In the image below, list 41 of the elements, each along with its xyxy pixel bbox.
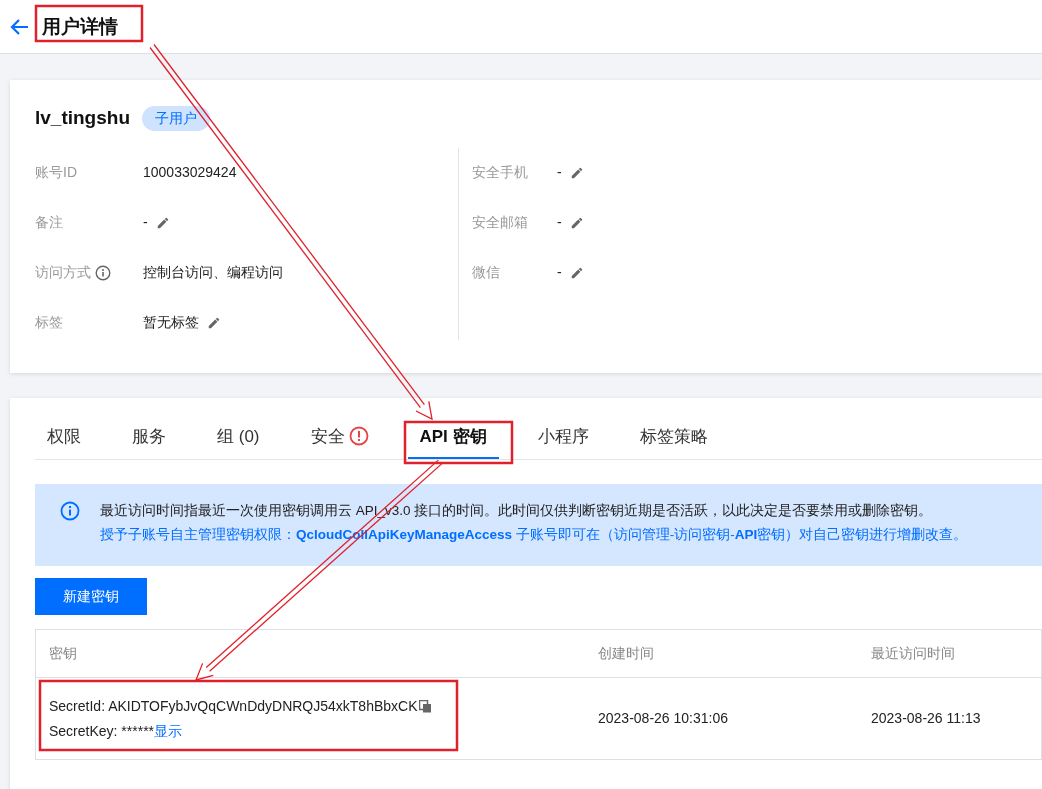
field-value: 暂无标签 (143, 313, 199, 332)
field-value: 控制台访问、编程访问 (143, 263, 283, 282)
tab[interactable]: 组 (0) (205, 423, 272, 459)
pencil-icon[interactable] (155, 215, 170, 230)
field-label: 账号ID (35, 163, 77, 182)
pencil-icon[interactable] (569, 165, 584, 180)
field-value: - (557, 163, 562, 182)
tab[interactable]: 权限 (35, 423, 93, 459)
field-label: 安全手机 (472, 163, 528, 182)
field-value: 100033029424 (143, 163, 237, 182)
tab[interactable]: 安全 (298, 423, 381, 459)
field-label: 备注 (35, 213, 63, 232)
info-icon (60, 501, 80, 521)
secret-id: SecretId: AKIDTOFybJvQqCWnDdyDNRQJ54xkT8hBbxCK (49, 696, 418, 716)
copy-icon[interactable] (418, 699, 432, 713)
field-label: 安全邮箱 (472, 213, 528, 232)
pencil-icon[interactable] (207, 315, 221, 330)
show-link[interactable]: 显示 (154, 720, 183, 742)
column-header: 密钥 (48, 644, 78, 663)
field-label: 标签 (35, 313, 63, 332)
role-badge: 子用户 (142, 105, 210, 131)
secret-key: SecretKey: ****** (49, 720, 155, 742)
column-header: 最近访问时间 (871, 644, 955, 663)
field-label: 微信 (472, 263, 500, 282)
tab[interactable]: 服务 (120, 423, 178, 459)
create-key-button[interactable]: 新建密钥 (35, 578, 147, 615)
tab[interactable]: 标签策略 (627, 423, 720, 459)
table-cell-text: 2023-08-26 11:13 (871, 709, 981, 728)
field-value: - (557, 213, 562, 232)
pencil-icon[interactable] (569, 215, 584, 230)
pencil-icon[interactable] (569, 265, 584, 280)
tab[interactable]: API 密钥 (407, 423, 499, 459)
column-header: 创建时间 (598, 644, 655, 663)
field-value: - (557, 263, 562, 282)
tab[interactable]: 小程序 (525, 423, 601, 459)
table-cell-text: 2023-08-26 10:31:06 (598, 709, 729, 728)
back-arrow-icon[interactable] (10, 16, 30, 37)
page-title: 用户详情 (42, 17, 118, 36)
field-value: - (143, 213, 148, 232)
field-label: 访问方式 (35, 263, 91, 282)
user-name: lv_tingshu (35, 106, 130, 130)
